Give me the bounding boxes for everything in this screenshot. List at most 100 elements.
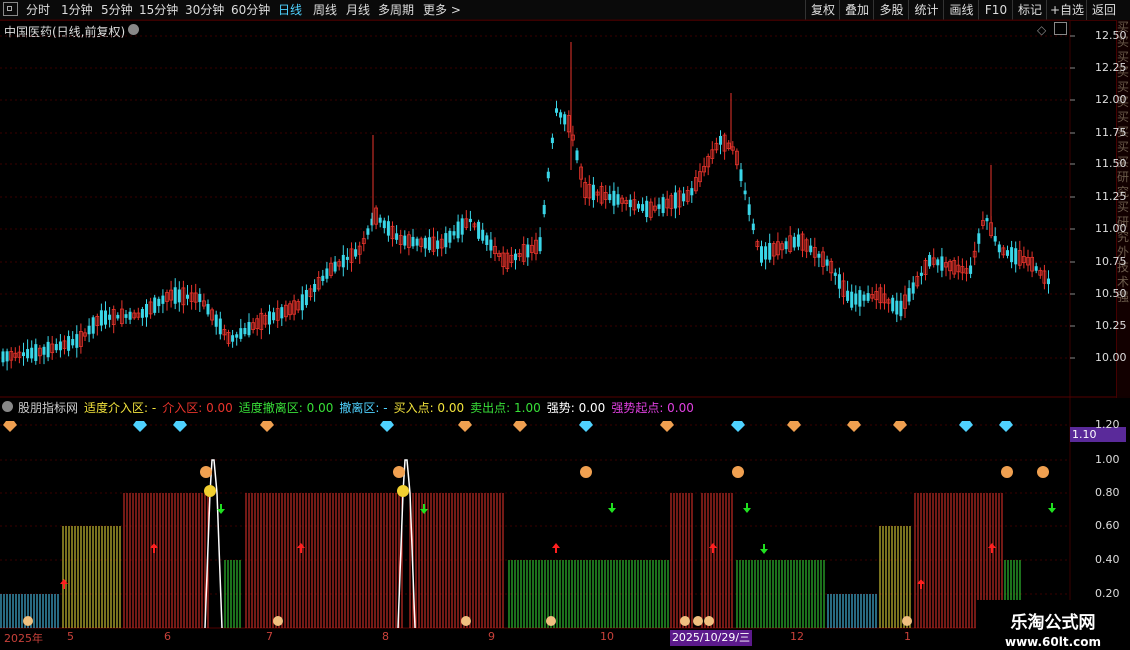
diamond-icon: [787, 421, 801, 432]
date-label: 8: [382, 630, 389, 643]
candle-body: [415, 238, 419, 246]
candle-body: [645, 200, 649, 218]
candle-body: [116, 314, 120, 319]
candle-body: [993, 236, 997, 242]
price-tick: 10.50: [1095, 287, 1127, 300]
diamond-icon: [380, 421, 394, 432]
indicator-param: 强势: 0.00: [546, 401, 606, 415]
candle-body: [809, 245, 813, 253]
candle-body: [690, 188, 694, 196]
date-label: 10: [600, 630, 614, 643]
candle-body: [247, 322, 251, 336]
indicator-title: 股朋指标网 适度介入区: - 介入区: 0.00 适度撤离区: 0.00 撤离区: - 买…: [2, 399, 706, 416]
candle-body: [1010, 247, 1014, 263]
candle-body: [354, 249, 358, 257]
candle-body: [907, 288, 911, 302]
candle-body: [858, 290, 862, 307]
candle-body: [26, 349, 30, 359]
strong-spike: [397, 459, 416, 629]
candle-body: [657, 204, 661, 209]
indicator-tick: 1.20: [1095, 418, 1120, 431]
pointer-icon: [693, 616, 703, 626]
candle-body: [637, 203, 640, 209]
candle-body: [862, 294, 866, 301]
price-tick: 10.75: [1095, 255, 1127, 268]
candle-body: [739, 169, 743, 182]
candle-body: [108, 314, 112, 320]
candle-body: [104, 310, 107, 325]
candle-body: [928, 254, 932, 267]
candle-body: [997, 244, 1001, 253]
candle-body: [1014, 248, 1018, 265]
candle-body: [300, 294, 304, 311]
candle-body: [546, 171, 550, 179]
candle-body: [272, 312, 276, 321]
indicator-param: 买入点: 0.00: [393, 401, 465, 415]
candle-body: [612, 190, 616, 206]
candle-body: [850, 291, 854, 308]
smiley-icon: [204, 485, 216, 497]
candle-body: [661, 197, 665, 214]
candle-body: [452, 231, 456, 236]
candle-body: [280, 307, 284, 319]
candle-body: [969, 265, 973, 274]
candle-body: [538, 237, 542, 252]
candle-body: [436, 240, 440, 249]
candle-body: [67, 336, 71, 351]
indicator-dropdown-icon[interactable]: [2, 401, 13, 412]
indicator-param: 卖出点: 1.00: [470, 401, 541, 415]
candle-body: [140, 308, 144, 318]
price-tick: 11.75: [1095, 126, 1127, 139]
candle-body: [333, 261, 337, 272]
candle-body: [489, 239, 493, 251]
candle-body: [616, 194, 620, 205]
candle-body: [575, 150, 579, 161]
candle-body: [161, 295, 165, 304]
up-arrow-icon: [297, 543, 305, 553]
candle-body: [784, 241, 788, 250]
price-tick: 10.25: [1095, 319, 1127, 332]
candle-body: [22, 352, 25, 357]
candle-body: [550, 137, 554, 144]
candle-body: [186, 294, 189, 299]
candle-body: [764, 246, 768, 260]
indicator-tick: 0.40: [1095, 553, 1120, 566]
pointer-icon: [680, 616, 690, 626]
hand-icon: [393, 466, 405, 478]
indicator-param: 强势起点: 0.00: [611, 401, 694, 415]
candle-body: [760, 246, 763, 263]
diamond-icon: [260, 421, 274, 432]
diamond-icon: [660, 421, 674, 432]
candle-body: [866, 293, 870, 301]
indicator-name: 股朋指标网: [18, 401, 79, 415]
candle-body: [743, 190, 747, 195]
side-panel[interactable]: 买买买买买买买买买买研究买研究外技术强: [1116, 20, 1130, 398]
indicator-tick: 0.80: [1095, 486, 1120, 499]
price-tick: 11.50: [1095, 157, 1127, 170]
up-arrow-icon: [988, 543, 996, 553]
price-tick: 11.00: [1095, 222, 1127, 235]
candle-body: [30, 347, 34, 359]
candle-body: [481, 229, 485, 241]
candle-body: [5, 351, 9, 362]
watermark-url: www.60lt.com: [1004, 635, 1102, 649]
up-arrow-icon: [552, 543, 560, 553]
price-tick: 12.25: [1095, 61, 1127, 74]
candle-body: [395, 233, 399, 240]
candle-body: [214, 314, 218, 327]
candle-body: [591, 184, 595, 201]
candle-body: [641, 204, 645, 211]
hand-icon: [580, 466, 592, 478]
diamond-icon: [458, 421, 472, 432]
candle-body: [1006, 250, 1009, 256]
candle-body: [145, 303, 148, 318]
candle-body: [673, 192, 677, 209]
candle-body: [382, 220, 386, 229]
candle-body: [386, 221, 390, 236]
candle-body: [173, 287, 177, 304]
date-label: 5: [67, 630, 74, 643]
diamond-icon: [847, 421, 861, 432]
candle-body: [268, 311, 271, 325]
price-tick: 10.00: [1095, 351, 1127, 364]
candle-body: [514, 253, 517, 261]
